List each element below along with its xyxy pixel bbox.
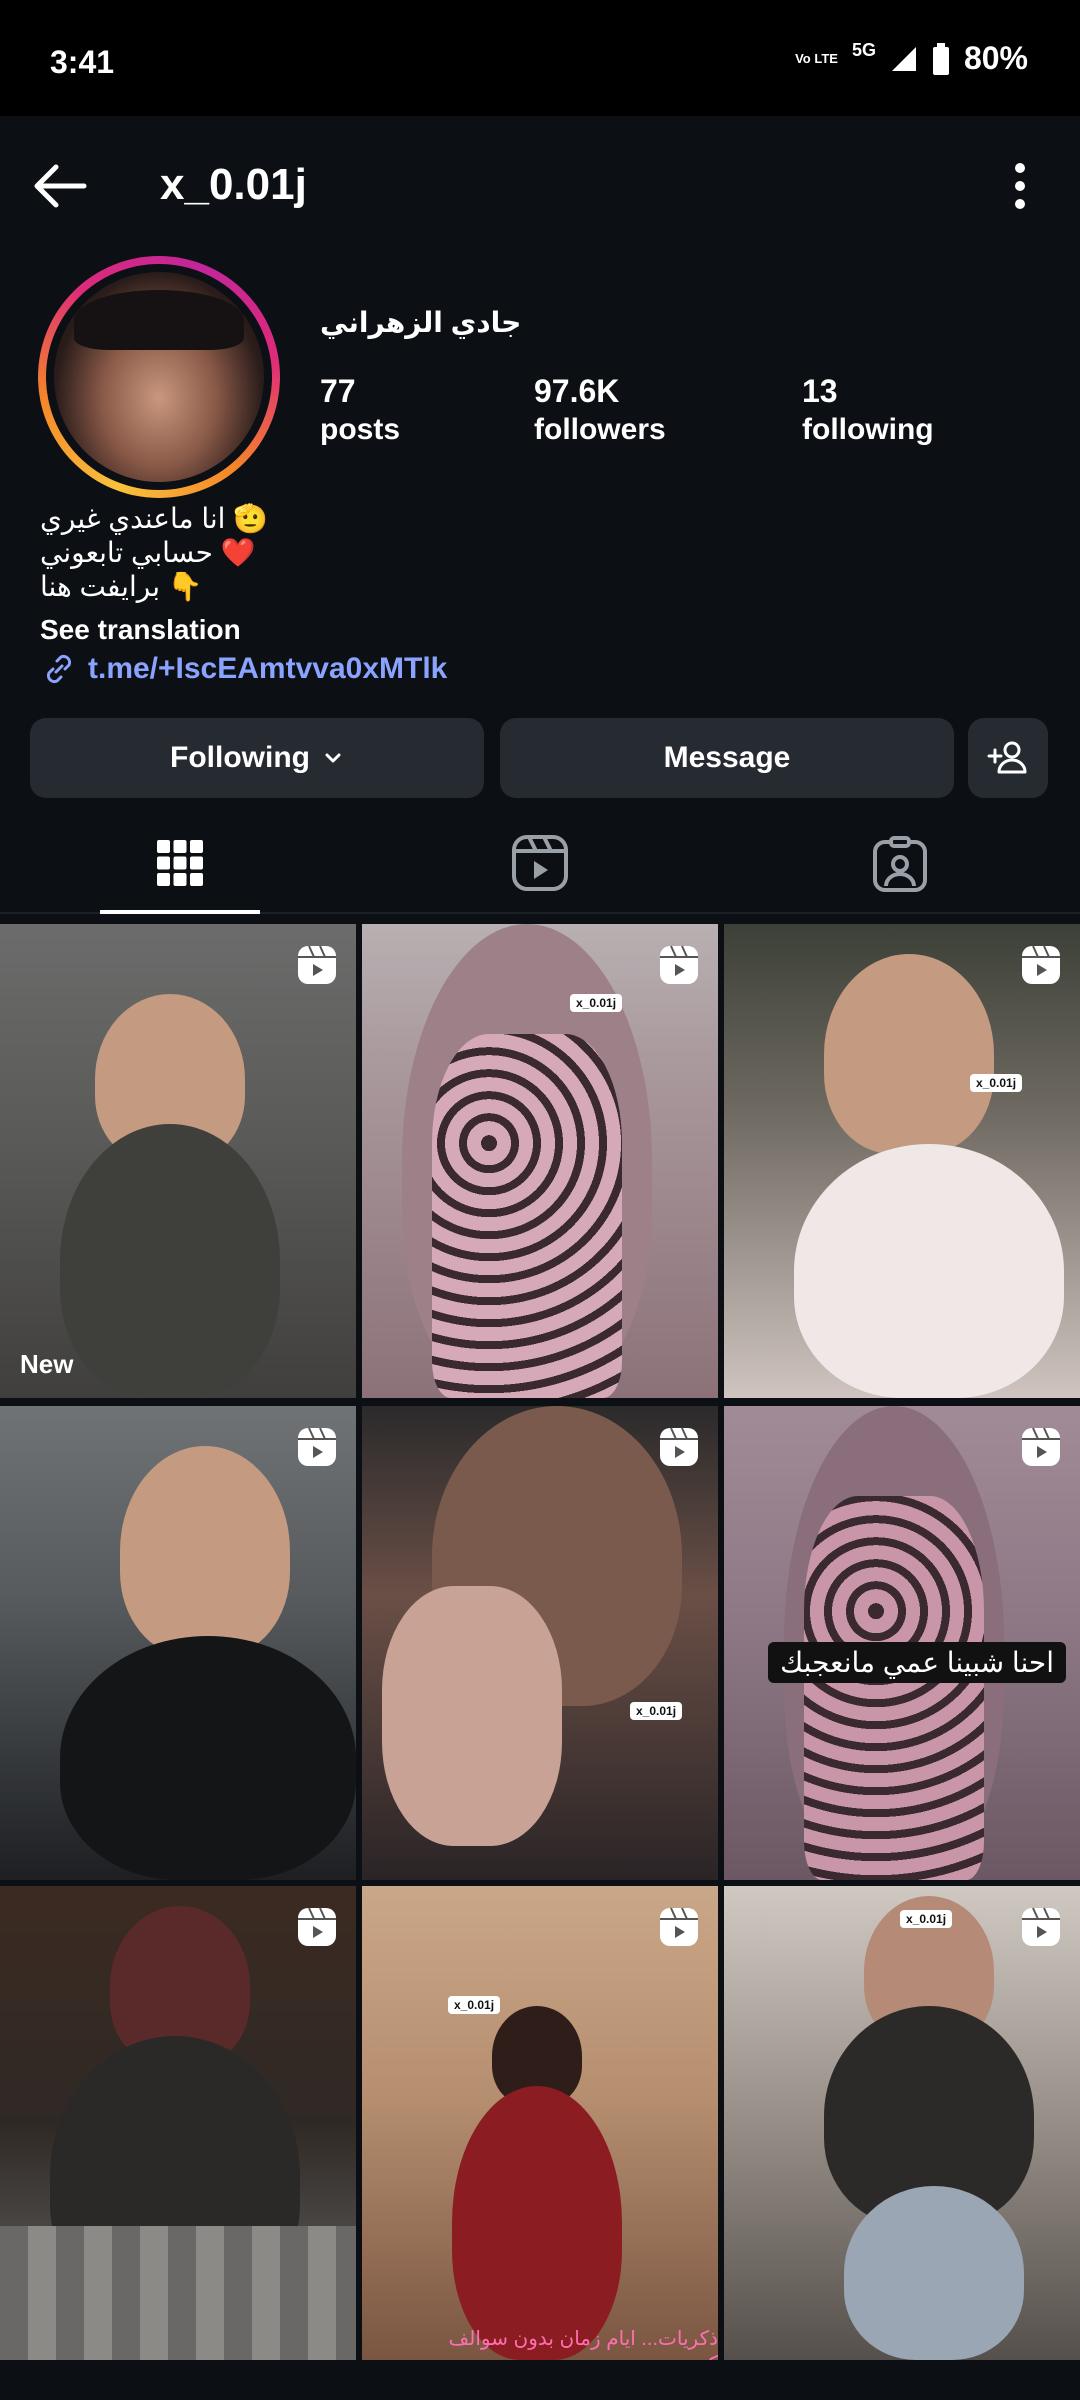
- more-vertical-icon: [1015, 163, 1025, 209]
- post-thumbnail[interactable]: x_0.01j: [362, 1406, 718, 1880]
- reel-icon: [660, 1427, 698, 1466]
- post-thumbnail[interactable]: [0, 1886, 356, 2360]
- display-name: جادي الزهراني: [320, 307, 522, 338]
- watermark: x_0.01j: [570, 994, 623, 1012]
- posts-grid: New x_0.01j x_0.01j x_0.01j احنا شبينا ع…: [0, 924, 1080, 2360]
- status-time: 3:41: [50, 44, 115, 80]
- tab-posts[interactable]: [100, 812, 260, 914]
- see-translation-link[interactable]: See translation: [40, 614, 241, 646]
- network-type: 5G: [851, 40, 876, 60]
- stat-followers-count: 97.6K: [534, 373, 620, 409]
- status-bar: 3:41 Vo LTE 5G 80%: [0, 0, 1080, 116]
- battery-percent: 80%: [963, 40, 1028, 76]
- signal-icon: [891, 46, 916, 71]
- stat-posts-count: 77: [320, 373, 356, 409]
- bio-line: برايفت هنا 👇: [40, 571, 203, 602]
- tab-tagged[interactable]: [820, 812, 980, 914]
- reel-icon: [298, 1907, 336, 1946]
- stat-following-count: 13: [802, 373, 838, 409]
- bio-line: حسابي تابعوني ❤️: [40, 537, 256, 568]
- bio-link[interactable]: t.me/+IscEAmtvva0xMTlk: [40, 650, 447, 688]
- watermark: x_0.01j: [970, 1074, 1023, 1092]
- stat-posts[interactable]: 77 posts: [320, 372, 400, 450]
- message-button[interactable]: Message: [500, 718, 954, 798]
- status-icons: Vo LTE 5G 80%: [795, 40, 1028, 77]
- post-thumbnail[interactable]: x_0.01j: [724, 924, 1080, 1398]
- link-icon: [46, 654, 72, 684]
- bio-link-text: t.me/+IscEAmtvva0xMTlk: [88, 652, 448, 685]
- watermark: x_0.01j: [448, 1996, 501, 2014]
- new-label: New: [20, 1349, 74, 1379]
- tagged-icon: [873, 836, 927, 892]
- avatar: [54, 272, 264, 482]
- bio: انا ماعندي غيري 🫡 حسابي تابعوني ❤️ برايف…: [40, 502, 268, 604]
- battery-icon: [932, 42, 949, 75]
- post-thumbnail[interactable]: New: [0, 924, 356, 1398]
- reel-icon: [1022, 1427, 1060, 1466]
- post-thumbnail[interactable]: x_0.01j: [724, 1886, 1080, 2360]
- post-caption: احنا شبينا عمي مانعجبك: [768, 1642, 1066, 1683]
- chevron-down-icon: [325, 753, 341, 763]
- volte-icon: Vo LTE: [795, 51, 838, 66]
- watermark: x_0.01j: [630, 1702, 683, 1720]
- post-thumbnail[interactable]: x_0.01j: [362, 924, 718, 1398]
- back-arrow-icon: [34, 164, 87, 208]
- add-user-icon: [987, 741, 1027, 774]
- posts-grid-icon: [157, 840, 203, 886]
- suggest-users-button[interactable]: [968, 718, 1048, 798]
- following-button-label: Following: [170, 741, 310, 774]
- tab-reels[interactable]: [460, 812, 620, 914]
- profile-tabs: [0, 812, 1080, 914]
- story-ring[interactable]: [38, 256, 280, 498]
- reel-icon: [298, 945, 336, 984]
- more-options-button[interactable]: [990, 152, 1050, 220]
- bio-line: انا ماعندي غيري 🫡: [40, 503, 269, 534]
- stat-followers-label: followers: [534, 413, 666, 446]
- post-thumbnail[interactable]: [0, 1406, 356, 1880]
- active-tab-indicator: [100, 910, 260, 914]
- profile-header: x_0.01j: [0, 116, 1080, 256]
- post-caption: ذكريات... ايام زمان بدون سوالف كنت: [448, 2328, 718, 2360]
- watermark: x_0.01j: [900, 1910, 953, 1928]
- bottom-bar: [0, 2362, 1080, 2400]
- post-thumbnail[interactable]: x_0.01j ذكريات... ايام زمان بدون سوالف ك…: [362, 1886, 718, 2360]
- reel-icon: [660, 945, 698, 984]
- reel-icon: [660, 1907, 698, 1946]
- stat-followers[interactable]: 97.6K followers: [534, 372, 666, 450]
- reel-icon: [1022, 945, 1060, 984]
- reels-icon: [512, 835, 568, 891]
- page-title: x_0.01j: [160, 160, 307, 209]
- back-button[interactable]: [26, 152, 94, 220]
- reel-icon: [1022, 1907, 1060, 1946]
- message-button-label: Message: [663, 741, 791, 774]
- stat-following-label: following: [802, 413, 934, 446]
- stat-posts-label: posts: [320, 413, 401, 446]
- post-thumbnail[interactable]: احنا شبينا عمي مانعجبك: [724, 1406, 1080, 1880]
- stat-following[interactable]: 13 following: [802, 372, 934, 450]
- reel-icon: [298, 1427, 336, 1466]
- following-button[interactable]: Following: [30, 718, 484, 798]
